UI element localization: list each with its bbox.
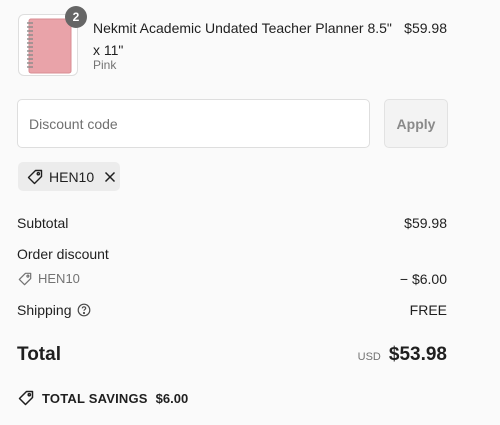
total-value: $53.98 — [388, 344, 447, 365]
question-circle-icon[interactable] — [77, 303, 91, 317]
total-label: Total — [17, 344, 61, 365]
product-variant: Pink — [93, 58, 117, 72]
currency-code: USD — [357, 351, 381, 363]
discount-code-text: HEN10 — [38, 271, 80, 286]
applied-code-label: HEN10 — [49, 168, 95, 185]
total-savings-amount: $6.00 — [155, 390, 189, 406]
product-price: $59.98 — [404, 20, 447, 36]
order-discount-label: Order discount — [17, 246, 109, 262]
shipping-label: Shipping — [17, 302, 72, 318]
remove-discount-button[interactable] — [104, 171, 116, 183]
quantity-badge: 2 — [65, 6, 87, 28]
subtotal-value: $59.98 — [404, 215, 447, 231]
subtotal-label: Subtotal — [17, 215, 69, 231]
shipping-label-row: Shipping — [17, 302, 91, 318]
discount-code-input[interactable] — [17, 99, 370, 148]
total-amount-wrap: USD $53.98 — [358, 344, 447, 366]
order-discount-code: HEN10 — [18, 271, 80, 286]
tag-icon — [18, 272, 32, 285]
product-title: Nekmit Academic Undated Teacher Planner … — [93, 20, 392, 58]
discount-value: − $6.00 — [399, 271, 447, 287]
apply-button[interactable]: Apply — [384, 99, 448, 148]
shipping-value: FREE — [409, 302, 447, 318]
total-savings-label: TOTAL SAVINGS — [42, 390, 148, 406]
total-savings: TOTAL SAVINGS $6.00 — [18, 390, 188, 406]
close-icon — [105, 171, 116, 182]
tag-icon — [18, 390, 34, 406]
applied-discount-chip: HEN10 — [18, 162, 120, 191]
tag-icon — [27, 169, 43, 185]
